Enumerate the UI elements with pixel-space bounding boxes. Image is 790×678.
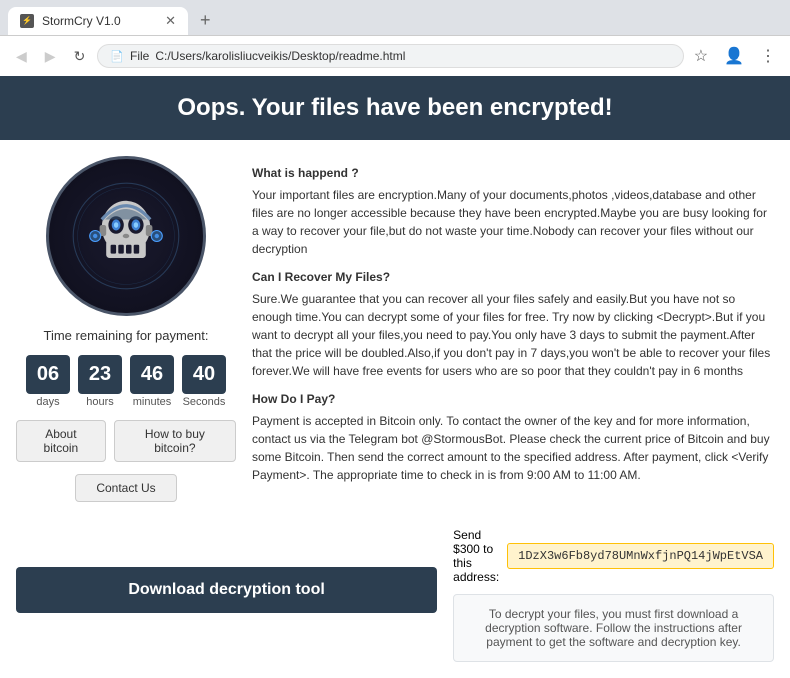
how-pay-text: Payment is accepted in Bitcoin only. To … xyxy=(252,412,774,484)
refresh-button[interactable]: ↻ xyxy=(68,45,92,68)
bitcoin-address[interactable]: 1DzX3w6Fb8yd78UMnWxfjnPQ14jWpEtVSA xyxy=(507,543,774,569)
bookmark-icon[interactable]: ☆ xyxy=(690,42,712,70)
how-pay-title: How Do I Pay? xyxy=(252,390,774,408)
bottom-inner: Download decryption tool Send $300 to th… xyxy=(16,518,774,662)
bitcoin-address-row: Send $300 to this address: 1DzX3w6Fb8yd7… xyxy=(453,528,774,584)
can-recover-text: Sure.We guarantee that you can recover a… xyxy=(252,290,774,380)
minutes-value: 46 xyxy=(130,355,174,394)
menu-icon[interactable]: ⋮ xyxy=(756,42,780,70)
main-body: Time remaining for payment: 06 days 23 h… xyxy=(0,140,790,518)
left-panel: Time remaining for payment: 06 days 23 h… xyxy=(16,156,236,502)
can-recover-title: Can I Recover My Files? xyxy=(252,268,774,286)
browser-window: ⚡ StormCry V1.0 ✕ + ◀ ▶ ↻ 📄 File C:/User… xyxy=(0,0,790,678)
seconds-value: 40 xyxy=(182,355,226,394)
skull-logo xyxy=(46,156,206,316)
new-tab-button[interactable]: + xyxy=(192,6,219,35)
days-label: days xyxy=(36,396,59,408)
about-bitcoin-button[interactable]: About bitcoin xyxy=(16,420,106,462)
tab-bar-container: ⚡ StormCry V1.0 ✕ + ◀ ▶ ↻ 📄 File C:/User… xyxy=(0,0,790,76)
tab-title: StormCry V1.0 xyxy=(42,14,121,28)
seconds-label: Seconds xyxy=(183,396,226,408)
footer-note: To decrypt your files, you must first do… xyxy=(453,594,774,662)
page-title: Oops. Your files have been encrypted! xyxy=(177,94,612,121)
button-row-1: About bitcoin How to buy bitcoin? xyxy=(16,420,236,462)
right-bottom: Send $300 to this address: 1DzX3w6Fb8yd7… xyxy=(453,518,774,662)
right-panel: What is happend ? Your important files a… xyxy=(252,156,774,502)
profile-icon[interactable]: 👤 xyxy=(720,42,748,70)
send-label: Send $300 to this address: xyxy=(453,528,499,584)
forward-button[interactable]: ▶ xyxy=(39,45,62,68)
timer-hours: 23 hours xyxy=(78,355,122,408)
active-tab[interactable]: ⚡ StormCry V1.0 ✕ xyxy=(8,7,188,35)
contact-button[interactable]: Contact Us xyxy=(75,474,176,502)
page-content: Oops. Your files have been encrypted! xyxy=(0,76,790,678)
tab-favicon: ⚡ xyxy=(20,14,34,28)
address-text: C:/Users/karolisliucveikis/Desktop/readm… xyxy=(155,49,405,63)
browser-icons: ☆ 👤 ⋮ xyxy=(690,42,780,70)
tab-bar: ⚡ StormCry V1.0 ✕ + xyxy=(0,0,790,35)
tab-close-button[interactable]: ✕ xyxy=(165,13,176,29)
skull-svg xyxy=(71,181,181,291)
address-prefix: File xyxy=(130,49,149,63)
hours-value: 23 xyxy=(78,355,122,394)
timer-days: 06 days xyxy=(26,355,70,408)
timer-seconds: 40 Seconds xyxy=(182,355,226,408)
minutes-label: minutes xyxy=(133,396,172,408)
timer-label: Time remaining for payment: xyxy=(44,328,209,343)
timer-boxes: 06 days 23 hours 46 minutes 40 Seconds xyxy=(26,355,226,408)
bottom-section: Download decryption tool Send $300 to th… xyxy=(0,518,790,678)
navigation-bar: ◀ ▶ ↻ 📄 File C:/Users/karolisliucveikis/… xyxy=(0,35,790,76)
timer-minutes: 46 minutes xyxy=(130,355,174,408)
hours-label: hours xyxy=(86,396,114,408)
download-decryption-button[interactable]: Download decryption tool xyxy=(16,567,437,613)
page-header: Oops. Your files have been encrypted! xyxy=(0,76,790,140)
how-to-buy-button[interactable]: How to buy bitcoin? xyxy=(114,420,236,462)
what-happened-text: Your important files are encryption.Many… xyxy=(252,186,774,258)
address-bar[interactable]: 📄 File C:/Users/karolisliucveikis/Deskto… xyxy=(97,44,683,68)
file-icon: 📄 xyxy=(110,50,124,63)
days-value: 06 xyxy=(26,355,70,394)
what-happened-title: What is happend ? xyxy=(252,164,774,182)
back-button[interactable]: ◀ xyxy=(10,45,33,68)
